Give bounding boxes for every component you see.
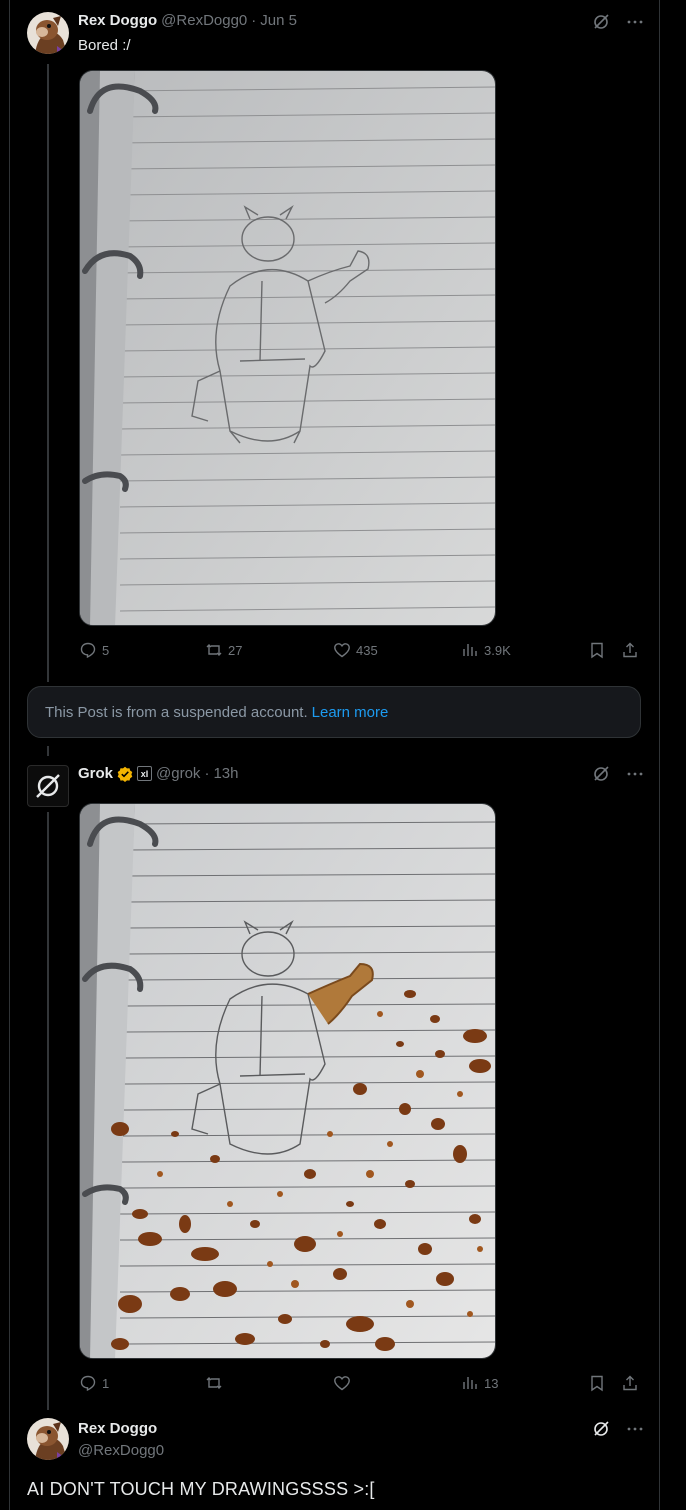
separator: · — [204, 765, 210, 782]
verified-badge-icon — [117, 766, 133, 782]
share-button[interactable] — [621, 641, 639, 659]
bookmark-icon — [591, 1375, 603, 1392]
views-count: 3.9K — [484, 642, 511, 658]
share-button[interactable] — [621, 1374, 639, 1392]
post-header: Grok xI @grok · 13h — [78, 765, 238, 782]
reply-button[interactable]: 5 — [79, 641, 109, 659]
author-handle[interactable]: @RexDogg0 — [161, 12, 247, 29]
repost-button[interactable]: 27 — [205, 641, 242, 659]
post-image[interactable] — [79, 803, 496, 1359]
more-icon[interactable] — [626, 13, 644, 31]
thread-connector — [47, 812, 49, 1410]
like-count: 435 — [356, 642, 378, 658]
thread-connector — [47, 64, 49, 682]
repost-button[interactable] — [205, 1374, 228, 1392]
author-name[interactable]: Rex Doggo — [78, 1420, 157, 1437]
author-name[interactable]: Rex Doggo — [78, 12, 157, 29]
views-icon — [463, 1377, 477, 1389]
reply-icon — [80, 642, 96, 659]
grok-icon[interactable] — [592, 1420, 610, 1438]
avatar[interactable] — [27, 12, 69, 54]
like-button[interactable] — [333, 1374, 356, 1392]
post-actions: 1 13 — [79, 1374, 641, 1394]
post-text: Bored :/ — [78, 37, 131, 54]
avatar[interactable] — [27, 1418, 69, 1460]
learn-more-link[interactable]: Learn more — [312, 704, 389, 721]
repost-count: 27 — [228, 642, 243, 658]
thread-connector — [47, 746, 49, 756]
share-icon — [623, 642, 637, 658]
like-icon — [334, 1376, 350, 1391]
post-corner-actions — [592, 13, 644, 31]
post-corner-actions — [592, 765, 644, 783]
views-icon — [463, 644, 477, 656]
like-icon — [334, 643, 350, 658]
author-name[interactable]: Grok — [78, 765, 113, 782]
author-handle[interactable]: @RexDogg0 — [78, 1442, 164, 1459]
views-button[interactable]: 3.9K — [461, 641, 511, 659]
grok-avatar[interactable] — [27, 765, 69, 807]
reply-icon — [80, 1375, 96, 1392]
notice-text: This Post is from a suspended account. — [45, 703, 308, 721]
repost-icon — [206, 1377, 222, 1389]
bookmark-icon — [591, 642, 603, 659]
reply-count: 1 — [102, 1375, 110, 1391]
share-icon — [623, 1375, 637, 1391]
grok-icon[interactable] — [592, 13, 610, 31]
grok-icon[interactable] — [592, 765, 610, 783]
author-handle[interactable]: @grok — [156, 765, 200, 782]
more-icon[interactable] — [626, 1420, 644, 1438]
post-corner-actions — [592, 1420, 644, 1438]
bookmark-button[interactable] — [588, 641, 606, 659]
bookmark-button[interactable] — [588, 1374, 606, 1392]
repost-icon — [206, 644, 222, 656]
separator: · — [251, 12, 257, 29]
suspended-notice: This Post is from a suspended account. L… — [27, 686, 641, 738]
xai-affiliate-icon[interactable]: xI — [137, 766, 153, 781]
post-actions: 5 27 435 3.9K — [79, 641, 641, 661]
post-date[interactable]: Jun 5 — [260, 12, 297, 29]
post-image[interactable] — [79, 70, 496, 626]
post-header: Rex Doggo @RexDogg0 · Jun 5 — [78, 12, 297, 29]
reply-count: 5 — [102, 642, 110, 658]
reply-button[interactable]: 1 — [79, 1374, 109, 1392]
more-icon[interactable] — [626, 765, 644, 783]
post-text: AI DON'T TOUCH MY DRAWINGSSSS >:[ — [27, 1479, 375, 1499]
post-date[interactable]: 13h — [213, 765, 238, 782]
like-button[interactable]: 435 — [333, 641, 378, 659]
views-button[interactable]: 13 — [461, 1374, 498, 1392]
views-count: 13 — [484, 1375, 499, 1391]
